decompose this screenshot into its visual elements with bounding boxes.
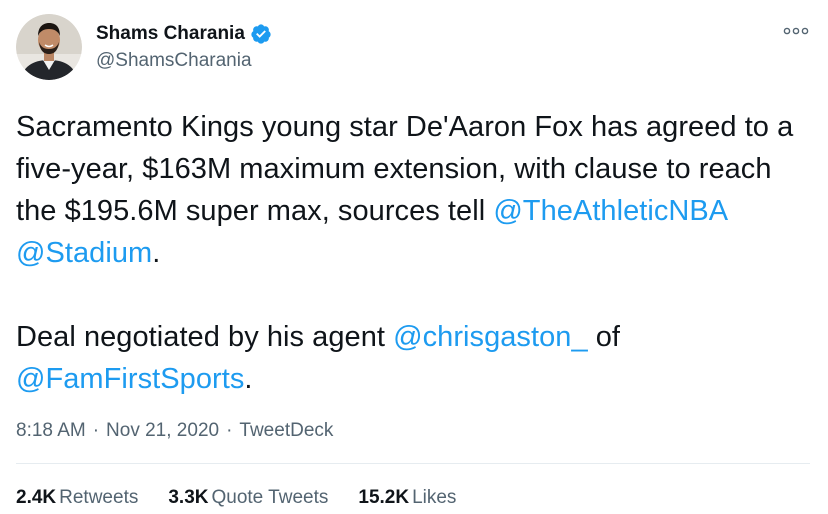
tweet-text: Sacramento Kings young star De'Aaron Fox… (16, 106, 816, 400)
likes-label: Likes (412, 487, 457, 508)
engagement-stats: 2.4K Retweets 3.3K Quote Tweets 15.2K Likes (16, 487, 486, 509)
mention-link[interactable]: @Stadium (16, 237, 152, 269)
tweet-paragraph-2: Deal negotiated by his agent @chrisgasto… (16, 316, 816, 400)
profile-photo-icon (16, 14, 82, 80)
tweet-paragraph-1: Sacramento Kings young star De'Aaron Fox… (16, 106, 816, 274)
connector-text: of (587, 321, 621, 353)
likes-stat[interactable]: 15.2K Likes (358, 487, 456, 509)
likes-count: 15.2K (358, 487, 410, 508)
tweet-time[interactable]: 8:18 AM (16, 420, 86, 442)
author-names: Shams Charania @ShamsCharania (96, 22, 272, 72)
handle[interactable]: @ShamsCharania (96, 50, 272, 72)
verified-badge-icon (251, 24, 271, 44)
avatar[interactable] (16, 14, 82, 80)
meta-separator: · (92, 420, 100, 441)
quotes-count: 3.3K (168, 487, 209, 508)
tweet-card: Shams Charania @ShamsCharania Sacramento… (0, 0, 828, 514)
retweets-label: Retweets (59, 487, 139, 508)
meta-separator: · (226, 420, 233, 441)
paragraph-text: Deal negotiated by his agent (16, 321, 394, 353)
retweets-stat[interactable]: 2.4K Retweets (16, 487, 138, 509)
tweet-header: Shams Charania @ShamsCharania (16, 14, 272, 80)
tweet-source[interactable]: TweetDeck (239, 420, 333, 442)
name-row: Shams Charania (96, 22, 272, 46)
paragraph-end: . (244, 363, 253, 395)
more-options-icon[interactable] (782, 24, 810, 38)
mention-link[interactable]: @TheAthleticNBA (493, 195, 726, 227)
tweet-date[interactable]: Nov 21, 2020 (106, 420, 219, 442)
paragraph-end: . (152, 237, 161, 269)
display-name[interactable]: Shams Charania (96, 23, 245, 45)
retweets-count: 2.4K (16, 487, 57, 508)
divider (16, 463, 810, 464)
mention-link[interactable]: @chrisgaston_ (393, 321, 588, 353)
mention-link[interactable]: @FamFirstSports (16, 363, 244, 395)
quote-tweets-stat[interactable]: 3.3K Quote Tweets (168, 487, 328, 509)
quotes-label: Quote Tweets (211, 487, 329, 508)
tweet-meta: 8:18 AM · Nov 21, 2020 · TweetDeck (16, 420, 333, 442)
